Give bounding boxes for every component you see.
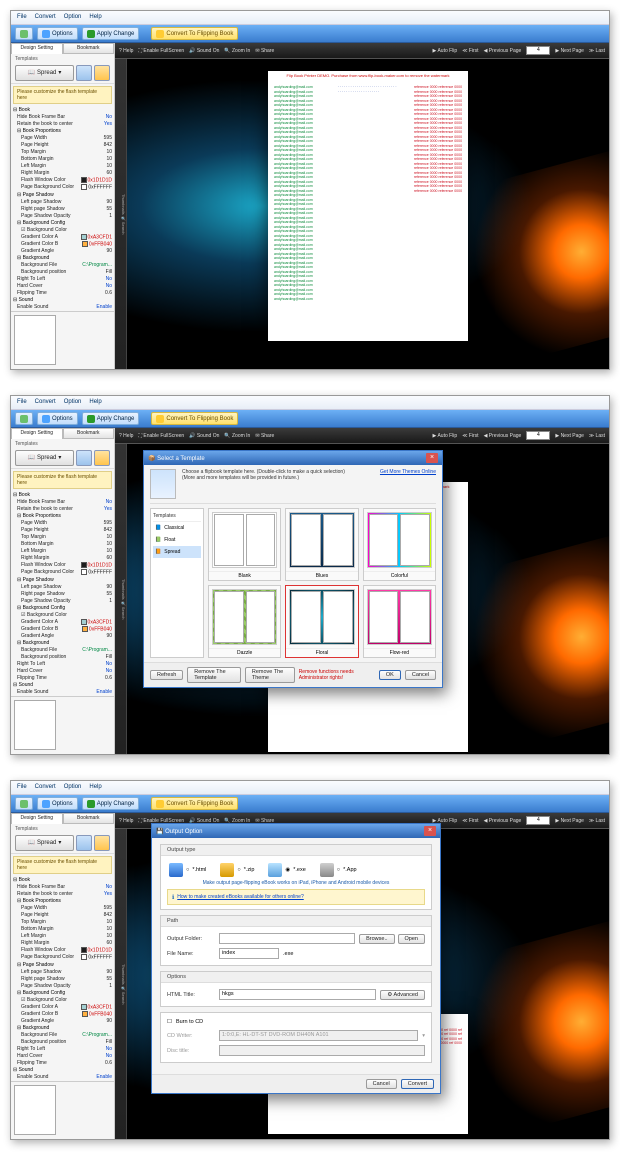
output-type-header: Output type: [161, 845, 431, 856]
template-blank[interactable]: Blank: [208, 508, 281, 581]
sound-button[interactable]: 🔊 Sound On: [189, 48, 219, 54]
screenshot-main: File Convert Option Help Options Apply C…: [10, 10, 610, 370]
design-panel: Design Setting Bookmark Templates 📖Sprea…: [11, 43, 115, 369]
prev-page-button[interactable]: ◀ Previous Page: [484, 48, 522, 54]
remove-theme-button[interactable]: Remove The Theme: [245, 667, 295, 683]
apply-change-button[interactable]: Apply Change: [82, 412, 140, 425]
menu-option[interactable]: Option: [64, 14, 82, 21]
template-category-list: Templates 📘Classical 📗Float 📙Spread: [150, 508, 204, 658]
convert-action-button[interactable]: Convert: [401, 1079, 434, 1089]
template-floral[interactable]: Floral: [285, 585, 358, 658]
dialog-titlebar[interactable]: 📦 Select a Template ×: [144, 451, 442, 465]
import-button[interactable]: [15, 797, 33, 810]
menu-file[interactable]: File: [17, 14, 27, 21]
hint-line2: (More and more templates will be provide…: [182, 475, 345, 481]
fullscreen-button[interactable]: ⛶ Enable FullScreen: [138, 48, 184, 54]
ok-button[interactable]: OK: [379, 670, 401, 680]
convert-button[interactable]: Convert To Flipping Book: [151, 27, 238, 40]
customize-hint: Please customize the flash template here: [13, 86, 112, 104]
close-icon[interactable]: ×: [426, 453, 438, 463]
dialog-titlebar[interactable]: 💾 Output Option ×: [152, 824, 440, 838]
get-more-themes-link[interactable]: Get More Themes Online: [380, 469, 436, 475]
file-ext: .exe: [283, 951, 293, 957]
select-template-dialog: 📦 Select a Template × Choose a flipbook …: [143, 450, 443, 688]
template-flow-red[interactable]: Flow-red: [363, 585, 436, 658]
cancel-button[interactable]: Cancel: [405, 670, 436, 680]
menubar: File Convert Option Help: [11, 11, 609, 25]
templates-label: Templates: [11, 54, 114, 62]
share-button[interactable]: ✉ Share: [255, 48, 274, 54]
output-option-dialog: 💾 Output Option × Output type ○*.html ○*…: [151, 823, 441, 1094]
disc-title-input: [219, 1045, 425, 1056]
options-button[interactable]: Options: [37, 797, 78, 810]
flipbook-page[interactable]: Flip Book Printer DEMO. Purchase from ww…: [268, 71, 468, 341]
page-number-input[interactable]: 4: [526, 46, 550, 55]
menu-help[interactable]: Help: [89, 14, 101, 21]
opt-exe[interactable]: ◉*.exe: [268, 863, 305, 877]
info-icon: ℹ: [172, 894, 174, 901]
template-select-button[interactable]: 📖Spread▾: [15, 65, 74, 81]
template-colorful[interactable]: Colorful: [363, 508, 436, 581]
first-page-button[interactable]: ≪ First: [462, 48, 478, 54]
availability-link[interactable]: How to make created eBooks available for…: [177, 892, 303, 902]
viewer-toolbar: ? Help ⛶ Enable FullScreen 🔊 Sound On 🔍 …: [115, 43, 609, 59]
template-browse-icon[interactable]: [76, 65, 92, 81]
refresh-button[interactable]: Refresh: [150, 670, 183, 680]
opt-html[interactable]: ○*.html: [169, 863, 206, 877]
category-float[interactable]: 📗Float: [153, 534, 201, 546]
remove-template-button[interactable]: Remove The Template: [187, 667, 241, 683]
output-folder-input[interactable]: [219, 933, 355, 944]
mobile-note: Make output page-flipping eBook works on…: [167, 880, 425, 889]
cd-writer-select: 1:0:0,E: HL-DT-ST DVD-ROM DH40N A101: [219, 1030, 418, 1041]
template-blues[interactable]: Blues: [285, 508, 358, 581]
convert-button[interactable]: Convert To Flipping Book: [151, 797, 238, 810]
demo-watermark: Flip Book Printer DEMO. Purchase from ww…: [272, 73, 464, 78]
import-button[interactable]: [15, 27, 33, 40]
browse-button[interactable]: Browse..: [359, 934, 394, 944]
template-grid: Blank Blues Colorful Dazzle Floral Flow-…: [208, 508, 436, 658]
convert-button[interactable]: Convert To Flipping Book: [151, 412, 238, 425]
options-button[interactable]: Options: [37, 27, 78, 40]
html-title-input[interactable]: hkgs: [219, 989, 376, 1000]
opt-zip[interactable]: ○*.zip: [220, 863, 254, 877]
template-save-icon[interactable]: [94, 65, 110, 81]
category-classical[interactable]: 📘Classical: [153, 522, 201, 534]
help-button[interactable]: ? Help: [119, 48, 133, 54]
file-name-input[interactable]: index: [219, 948, 279, 959]
import-button[interactable]: [15, 412, 33, 425]
toolbar: Options Apply Change Convert To Flipping…: [11, 25, 609, 43]
options-button[interactable]: Options: [37, 412, 78, 425]
flipbook-viewer: ? Help ⛶ Enable FullScreen 🔊 Sound On 🔍 …: [115, 43, 609, 369]
autoflip-button[interactable]: ▶ Auto Flip: [433, 48, 458, 54]
opt-app[interactable]: ○*.App: [320, 863, 357, 877]
file-name-label: File Name:: [167, 951, 215, 957]
last-page-button[interactable]: ≫ Last: [589, 48, 605, 54]
tab-bookmark[interactable]: Bookmark: [63, 43, 115, 54]
screenshot-template-dialog: FileConvertOptionHelp Options Apply Chan…: [10, 395, 610, 755]
thumbnail-preview: [11, 311, 114, 369]
admin-warning: Remove functions needs Administrator rig…: [299, 669, 371, 681]
screenshot-output-dialog: FileConvertOptionHelp Options Apply Chan…: [10, 780, 610, 1140]
output-folder-label: Output Folder:: [167, 936, 215, 942]
apply-change-button[interactable]: Apply Change: [82, 797, 140, 810]
html-title-label: HTML Title:: [167, 992, 215, 998]
template-dazzle[interactable]: Dazzle: [208, 585, 281, 658]
tab-design-setting[interactable]: Design Setting: [11, 43, 63, 54]
thumbnails-strip[interactable]: Thumbnails 🔍 Search: [115, 59, 127, 369]
advanced-button[interactable]: ⚙ Advanced: [380, 990, 425, 1000]
open-button[interactable]: Open: [398, 934, 425, 944]
apply-change-button[interactable]: Apply Change: [82, 27, 140, 40]
property-tree[interactable]: ⊟ BookHide Book Frame BarNoRetain the bo…: [11, 106, 114, 311]
burn-checkbox[interactable]: ☐: [167, 1019, 172, 1025]
next-page-button[interactable]: ▶ Next Page: [555, 48, 584, 54]
cancel-button[interactable]: Cancel: [366, 1079, 397, 1089]
close-icon[interactable]: ×: [424, 826, 436, 836]
zoom-button[interactable]: 🔍 Zoom In: [224, 48, 250, 54]
menu-convert[interactable]: Convert: [35, 14, 56, 21]
hint-thumbnail: [150, 469, 176, 499]
category-spread[interactable]: 📙Spread: [153, 546, 201, 558]
